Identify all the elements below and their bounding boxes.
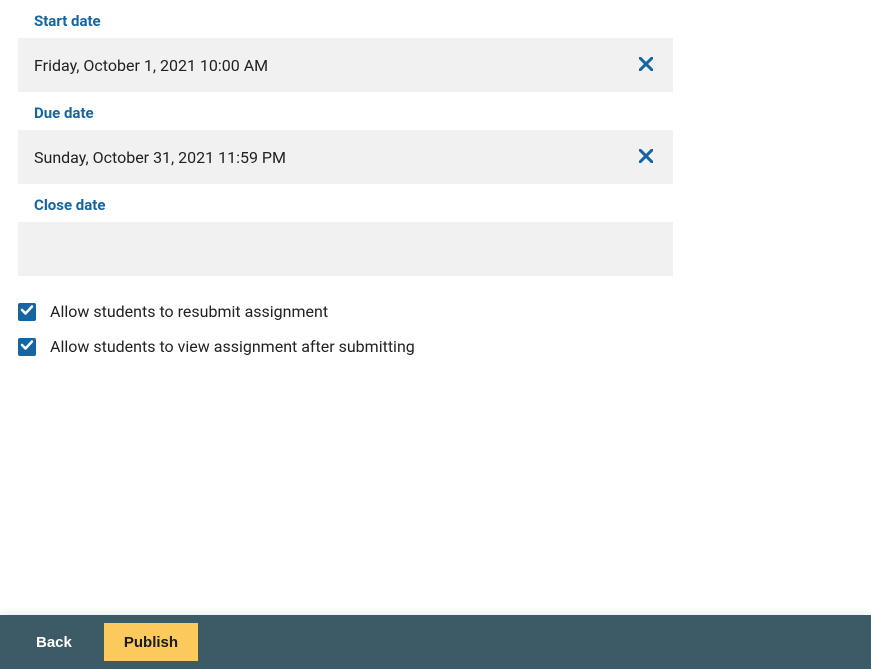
view-after-submit-checkbox[interactable]: [18, 338, 36, 356]
due-date-value: Sunday, October 31, 2021 11:59 PM: [34, 148, 286, 167]
close-icon: [639, 149, 653, 166]
resubmit-checkbox-row: Allow students to resubmit assignment: [18, 302, 853, 321]
publish-button[interactable]: Publish: [104, 623, 198, 661]
resubmit-checkbox-label: Allow students to resubmit assignment: [50, 302, 328, 321]
start-date-clear-button[interactable]: [619, 38, 673, 92]
start-date-input[interactable]: Friday, October 1, 2021 10:00 AM: [18, 38, 673, 92]
check-icon: [20, 337, 34, 356]
checkbox-section: Allow students to resubmit assignment Al…: [18, 288, 853, 356]
due-date-label: Due date: [34, 104, 853, 122]
due-date-group: Due date Sunday, October 31, 2021 11:59 …: [18, 104, 853, 184]
check-icon: [20, 302, 34, 321]
close-date-group: Close date: [18, 196, 853, 276]
close-date-label: Close date: [34, 196, 853, 214]
close-icon: [639, 57, 653, 74]
view-after-submit-checkbox-label: Allow students to view assignment after …: [50, 337, 415, 356]
view-after-submit-checkbox-row: Allow students to view assignment after …: [18, 337, 853, 356]
start-date-group: Start date Friday, October 1, 2021 10:00…: [18, 12, 853, 92]
back-button[interactable]: Back: [36, 634, 72, 651]
resubmit-checkbox[interactable]: [18, 303, 36, 321]
close-date-input[interactable]: [18, 222, 673, 276]
due-date-clear-button[interactable]: [619, 130, 673, 184]
start-date-label: Start date: [34, 12, 853, 30]
start-date-value: Friday, October 1, 2021 10:00 AM: [34, 56, 268, 75]
main-content: Start date Friday, October 1, 2021 10:00…: [0, 0, 871, 356]
due-date-input[interactable]: Sunday, October 31, 2021 11:59 PM: [18, 130, 673, 184]
footer-bar: Back Publish: [0, 615, 871, 669]
